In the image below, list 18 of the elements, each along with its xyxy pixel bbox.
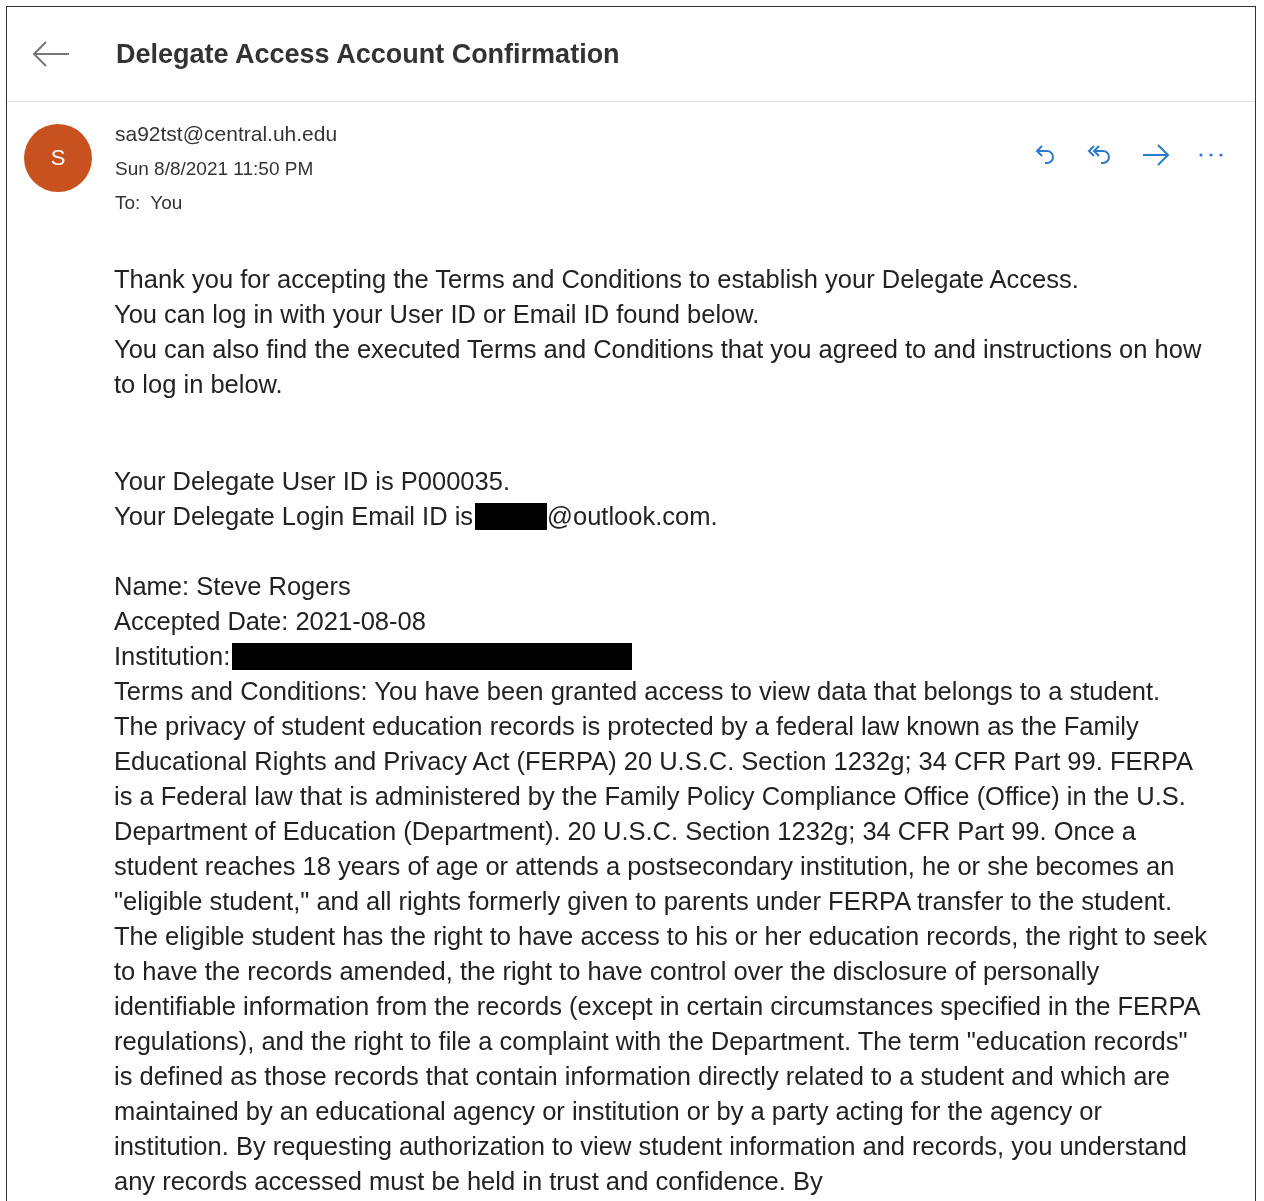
sender-address: sa92tst@central.uh.edu	[115, 122, 338, 146]
field-text: Name: Steve Rogers	[114, 571, 351, 602]
email-domain-text: @outlook.com.	[547, 501, 718, 532]
sent-date: Sun 8/8/2021 11:50 PM	[115, 157, 315, 181]
back-icon[interactable]	[32, 41, 70, 67]
terms-paragraph: Terms and Conditions: You have been granted access to view data that belongs to a student. The privacy of student education records is protected by a federal law known as the Family Educational Rights and Privacy Act (FERPA) 20 U.S.C. Section 1232g; 34 CFR Part 99. FERPA is a Federal law that is administered by the Family Policy Compliance Office (Office) in the U.S. Department of Education (Department). 20 U.S.C. Section 1232g; 34 CFR Part 99. Once a student reaches 18 years of age or attends a postsecondary institution, he or she becomes an "eligible student," and all rights formerly given to parents under FERPA transfer to the student. The eligible student has the right to have access to his or her education records, the right to seek to have the records amended, the right to have control over the disclosure of personally identifiable information from the records (except in certain circumstances specified in the FERPA regulations), and the right to file a complaint with the Department. The term "education records" is defined as those records that contain information directly related to a student and which are maintained by an educational agency or institution or by a party acting for the agency or institution. By requesting authorization to view student information and records, you understand any records accessed must be held in trust and confidence. By	[114, 676, 1208, 1197]
body-text: You can log in with your User ID or Email ID found below.	[114, 299, 761, 330]
field-text: Institution:	[114, 641, 231, 672]
user-id-text: Your Delegate User ID is P000035.	[114, 466, 511, 497]
email-subject: Delegate Access Account Confirmation	[116, 38, 620, 70]
recipient: You	[150, 191, 183, 215]
to-label: To:	[115, 191, 141, 215]
body-text: Thank you for accepting the Terms and Conditions to establish your Delegate Access.	[114, 264, 1080, 295]
forward-icon[interactable]	[1141, 142, 1171, 168]
sender-avatar: S	[24, 124, 92, 192]
field-text: Accepted Date: 2021-08-08	[114, 606, 426, 637]
email-id-text: Your Delegate Login Email ID is	[114, 501, 474, 532]
body-text: You can also find the executed Terms and Conditions that you agreed to and instructions on how to log in below.	[114, 334, 1203, 400]
